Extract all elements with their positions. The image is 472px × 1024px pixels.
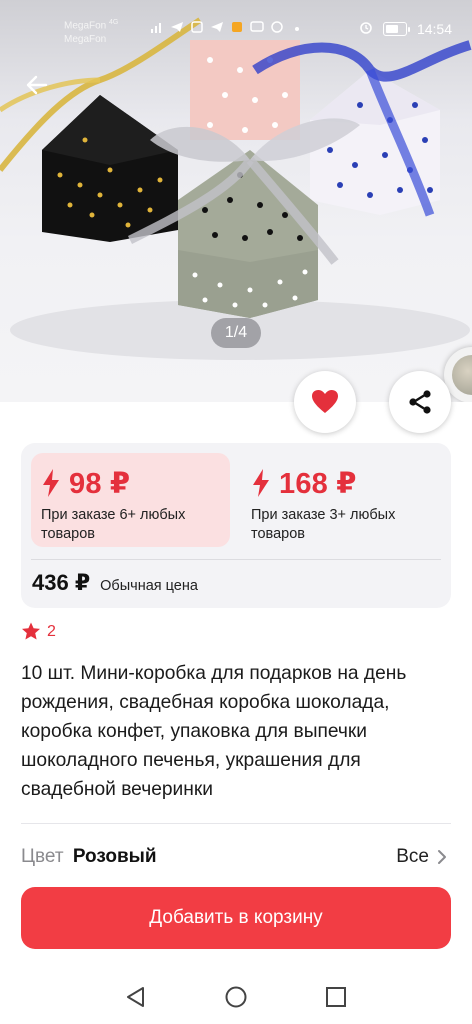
product-title: 10 шт. Мини-коробка для подарков на день…: [21, 663, 407, 800]
regular-price: 436 ₽ Обычная цена: [32, 570, 198, 596]
price-tier-3plus[interactable]: 168 ₽ При заказе 3+ любых товаров: [241, 453, 441, 547]
arrow-left-icon: [26, 75, 48, 95]
heart-icon: [312, 390, 338, 413]
rating-count: 2: [47, 622, 56, 640]
price-tier-6plus[interactable]: 98 ₽ При заказе 6+ любых товаров: [31, 453, 230, 547]
share-icon: [409, 390, 431, 414]
telegram-icon-2: [210, 20, 224, 34]
regular-price-value: 436 ₽: [32, 570, 91, 595]
variant-all-label: Все: [396, 846, 429, 867]
system-nav-bar: [0, 968, 472, 1024]
carrier-1: MegaFon: [64, 20, 107, 32]
status-right: 14:54: [359, 20, 452, 37]
tier-condition: При заказе 3+ любых товаров: [251, 507, 396, 542]
lightning-icon: [43, 469, 59, 497]
network-type: 4G: [109, 19, 119, 26]
tier-price: 98 ₽: [69, 467, 131, 500]
price-divider: [31, 559, 441, 560]
chat-icon: [250, 20, 264, 34]
battery-icon: [382, 21, 410, 36]
carrier-labels: MegaFon 4G MegaFon: [64, 16, 118, 47]
signal-icon: [150, 20, 164, 34]
variant-selector[interactable]: Цвет Розовый Все: [21, 846, 451, 874]
variant-all-button[interactable]: Все: [396, 846, 447, 868]
dot-icon: [290, 20, 304, 34]
add-to-cart-button[interactable]: Добавить в корзину: [21, 887, 451, 949]
status-bar: MegaFon 4G MegaFon 14:54: [0, 0, 472, 56]
nav-home-icon[interactable]: [223, 984, 249, 1010]
chevron-right-icon: [438, 850, 446, 864]
rating[interactable]: 2: [21, 622, 56, 641]
telegram-icon: [170, 20, 184, 34]
sync-icon: [270, 20, 284, 34]
variant-label: Цвет: [21, 846, 64, 867]
app-icon: [230, 20, 244, 34]
black-gift-box: [42, 95, 178, 242]
gallery-pager: 1/4: [211, 318, 261, 348]
status-icons: [150, 20, 304, 34]
notification-icon: [190, 20, 204, 34]
price-card: 98 ₽ При заказе 6+ любых товаров 168 ₽ П…: [21, 443, 451, 608]
back-button[interactable]: [22, 70, 52, 100]
star-icon: [22, 622, 40, 640]
clock: 14:54: [416, 20, 452, 37]
share-button[interactable]: [389, 371, 451, 433]
sage-gift-box: [178, 150, 318, 318]
favorite-button[interactable]: [294, 371, 356, 433]
section-divider: [21, 823, 451, 824]
tier-price: 168 ₽: [279, 467, 357, 500]
nav-back-icon[interactable]: [123, 984, 149, 1010]
product-gallery[interactable]: MegaFon 4G MegaFon 14:54 1/4: [0, 0, 472, 402]
variant-value: Розовый: [72, 846, 157, 867]
lightning-icon: [253, 469, 269, 497]
tier-condition: При заказе 6+ любых товаров: [41, 507, 186, 542]
carrier-2: MegaFon: [64, 34, 107, 46]
nav-recents-icon[interactable]: [323, 984, 349, 1010]
alarm-icon: [359, 20, 373, 37]
regular-price-label: Обычная цена: [100, 578, 198, 594]
